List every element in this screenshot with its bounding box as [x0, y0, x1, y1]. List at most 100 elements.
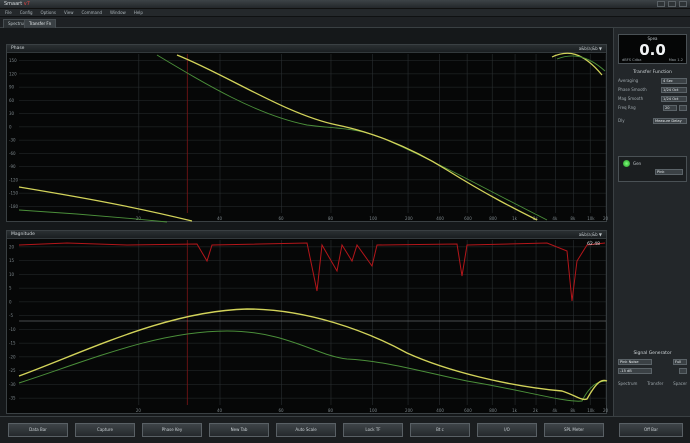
maximize-icon[interactable] [668, 1, 676, 7]
magnitude-trace-coherence-red [18, 242, 606, 302]
spl-meter-button[interactable]: SPL Meter [544, 423, 604, 437]
y-tick-label: 0 [9, 299, 12, 304]
freq-range-input[interactable]: 20 [663, 104, 677, 111]
x-tick-label: 200 [405, 408, 413, 413]
y-tick-label: 0 [9, 124, 12, 129]
app-title: Smaart v7 [4, 1, 30, 7]
generator-level-button[interactable] [679, 367, 687, 374]
y-tick-label: -150 [9, 191, 19, 196]
menu-window[interactable]: Window [108, 10, 128, 15]
mag-smooth-row: Mag Smooth 1/24 Oct [618, 95, 687, 102]
generator-level-select[interactable]: -15 dB [618, 367, 652, 374]
freq-range-row: Freq Rng 20 [618, 104, 687, 111]
freq-range-label: Freq Rng [618, 105, 636, 110]
signal-generator-section: Signal Generator Pink Noise Full -15 dB … [618, 351, 687, 389]
y-tick-label: -120 [9, 177, 19, 182]
x-tick-label: 800 [489, 216, 497, 221]
menu-config[interactable]: Config [18, 10, 35, 15]
level-meter-foot-right: Max 1.2 [668, 58, 683, 62]
menu-view[interactable]: View [62, 10, 76, 15]
level-meter[interactable]: Spea 0.0 dBFS Cdba Max 1.2 [618, 34, 687, 64]
y-tick-label: 10 [9, 272, 15, 277]
data-bar-button[interactable]: Data Bar [8, 423, 68, 437]
y-tick-label: 15 [9, 258, 15, 263]
mag-smooth-select[interactable]: 1/24 Oct [661, 95, 687, 102]
auto-scale-button[interactable]: Auto Scale [276, 423, 336, 437]
off-bar-button[interactable]: Off Bar [619, 423, 683, 437]
magnitude-plot[interactable]: Magnitude a&b/a;&b ▼ 20 15 10 5 0 -5 -10 -15 -20… [6, 230, 608, 414]
x-tick-label: 80 [328, 216, 334, 221]
lock-tf-button[interactable]: Lock TF [343, 423, 403, 437]
phase-plot[interactable]: Phase a&b/a;&b ▼ 150 120 90 60 30 0 -30 -60 -90-… [6, 44, 608, 223]
x-tick-label: 600 [464, 408, 472, 413]
sub-label-spacer[interactable]: Spacer [673, 381, 687, 386]
y-tick-label: 90 [9, 85, 15, 90]
level-meter-foot-left: dBFS Cdba [622, 58, 642, 62]
title-bar: Smaart v7 [0, 0, 690, 9]
phase-trace-wrap-high-green [556, 55, 606, 72]
x-tick-label: 100 [369, 216, 377, 221]
x-tick-label: 20 [136, 408, 142, 413]
menu-command[interactable]: Command [79, 10, 104, 15]
x-tick-label: 100 [369, 408, 377, 413]
averaging-row: Averaging 4 Sec [618, 77, 687, 84]
averaging-select[interactable]: 4 Sec [661, 77, 687, 84]
x-tick-label: 800 [489, 408, 497, 413]
control-sidebar: Spea 0.0 dBFS Cdba Max 1.2 Transfer Func… [613, 28, 690, 416]
app-title-prefix: Smaart [4, 1, 23, 7]
phase-key-button[interactable]: Phase Key [142, 423, 202, 437]
noise-type-row: Pink Noise Full [618, 358, 687, 365]
generator-level-row: -15 dB [618, 367, 687, 374]
bottom-button-bar: Data Bar Capture Phase Key New Tab Auto … [0, 416, 690, 443]
generator-panel[interactable]: Gen Pink [618, 156, 687, 182]
y-tick-label: 20 [9, 244, 15, 249]
x-tick-label: 60 [278, 216, 284, 221]
phase-smooth-label: Phase Smooth [618, 87, 647, 92]
sub-label-transfer[interactable]: Transfer [647, 381, 663, 386]
x-tick-label: 20k [603, 216, 608, 221]
sub-label-spectrum[interactable]: Spectrum [618, 381, 637, 386]
phase-smooth-select[interactable]: 1/24 Oct [661, 86, 687, 93]
menu-options[interactable]: Options [39, 10, 58, 15]
y-tick-label: -20 [9, 354, 16, 359]
y-tick-label: -10 [9, 327, 16, 332]
x-tick-label: 400 [436, 216, 444, 221]
phase-graph: 150 120 90 60 30 0 -30 -60 -90 -120 -150 -180 20 40 60… [9, 52, 608, 223]
y-tick-label: 60 [9, 98, 15, 103]
generator-type-select[interactable]: Pink [655, 169, 683, 175]
x-tick-label: 10k [587, 408, 595, 413]
magnitude-graph: 20 15 10 5 0 -5 -10 -15 -20 -25 -30 -35 20 40 60 80 100 2… [9, 240, 608, 413]
generator-on-led-icon[interactable] [623, 160, 630, 167]
x-tick-label: 80 [328, 408, 334, 413]
freq-range-controls: 20 [663, 104, 687, 111]
y-tick-label: -25 [9, 368, 16, 373]
bt-c-button[interactable]: Bt c [410, 423, 470, 437]
io-button[interactable]: I/O [477, 423, 537, 437]
y-tick-label: 30 [9, 111, 15, 116]
minimize-icon[interactable] [657, 1, 665, 7]
x-tick-label: 1k [512, 216, 518, 221]
x-tick-label: 40 [217, 216, 223, 221]
capture-button[interactable]: Capture [75, 423, 135, 437]
y-tick-label: 5 [9, 286, 12, 291]
menu-file[interactable]: File [3, 10, 14, 15]
generator-sub-labels: Spectrum Transfer Spacer [618, 380, 687, 387]
tab-transfer-fn[interactable]: Transfer Fn [24, 19, 57, 28]
measure-delay-button[interactable]: Measure Delay [653, 117, 687, 124]
signal-generator-title: Signal Generator [633, 351, 672, 356]
x-tick-label: 600 [464, 216, 472, 221]
noise-range-select[interactable]: Full [673, 358, 687, 365]
x-tick-label: 1k [512, 408, 518, 413]
y-tick-label: 120 [9, 71, 17, 76]
y-tick-label: 150 [9, 58, 17, 63]
freq-range-up-button[interactable] [679, 104, 687, 111]
new-tab-button[interactable]: New Tab [209, 423, 269, 437]
x-tick-label: 2k [533, 408, 539, 413]
y-tick-label: -90 [9, 164, 16, 169]
x-tick-label: 200 [405, 216, 413, 221]
menu-help[interactable]: Help [132, 10, 145, 15]
noise-type-select[interactable]: Pink Noise [618, 358, 652, 365]
close-icon[interactable] [679, 1, 687, 7]
y-tick-label: -30 [9, 382, 16, 387]
y-tick-label: -35 [9, 396, 16, 401]
